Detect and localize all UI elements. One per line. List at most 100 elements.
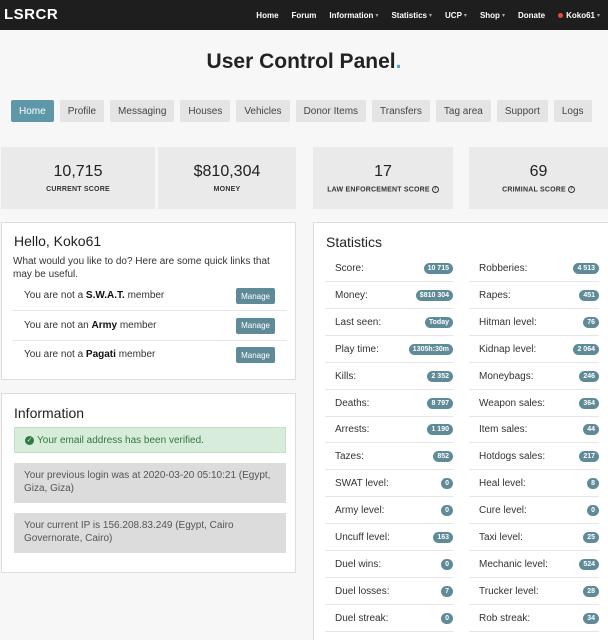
stat-row-army-level: Army level: 0: [325, 498, 453, 525]
stat-value-badge: 451: [579, 289, 599, 301]
membership-group: Army: [91, 319, 118, 331]
ucp-tabs: Home Profile Messaging Houses Vehicles Donor …: [11, 100, 598, 122]
stat-label: Rob streak:: [479, 612, 531, 624]
stat-value-badge: 524: [579, 558, 599, 570]
stat-row-hitman-level: Hitman level: 76: [469, 310, 599, 336]
manage-s-w-a-t-button[interactable]: Manage: [236, 288, 275, 304]
stat-row-duel-losses: Duel losses: 7: [325, 579, 453, 605]
stat-card-label-text: MONEY: [213, 186, 241, 193]
stat-row-rapes: Rapes: 451: [469, 283, 599, 309]
statistics-title: Statistics: [326, 234, 383, 250]
help-circle-icon[interactable]: ?: [567, 186, 575, 193]
membership-text: You are not a Pagati member: [24, 349, 155, 360]
chevron-down-icon: ▾: [429, 12, 433, 19]
stat-label: Mechanic level:: [479, 558, 548, 570]
statistics-panel: Statistics Score: 10 715 Money: $810 304 Las…: [313, 222, 608, 640]
tab-logs[interactable]: Logs: [553, 100, 592, 122]
stat-value-badge: 0: [441, 612, 453, 624]
stat-label: Uncuff level:: [335, 532, 390, 543]
tab-messaging[interactable]: Messaging: [110, 100, 175, 122]
stat-value-badge: 852: [433, 451, 453, 463]
stat-value-badge: 44: [583, 424, 599, 436]
tab-home[interactable]: Home: [11, 100, 54, 122]
stat-row-taxi-level: Taxi level: 25: [469, 525, 599, 551]
nav-forum[interactable]: Forum: [292, 11, 317, 20]
stat-card-label: MONEY: [158, 186, 296, 193]
stat-card-label: CRIMINAL SCORE?: [469, 186, 608, 193]
stat-value-badge: 8 797: [427, 397, 453, 409]
current-ip-alert: Your current IP is 156.208.83.249 (Egypt…: [14, 513, 286, 553]
stat-card-label: CURRENT SCORE: [1, 186, 155, 193]
nav-statistics[interactable]: Statistics ▾: [391, 11, 432, 20]
stat-label: Rapes:: [479, 289, 511, 301]
stat-row-score: Score: 10 715: [325, 256, 453, 282]
stat-row-cure-level: Cure level: 0: [469, 498, 599, 525]
tab-houses[interactable]: Houses: [180, 100, 231, 122]
stat-row-play-time: Play time: 1305h:30m: [325, 337, 453, 363]
information-title: Information: [14, 405, 85, 421]
stat-value-badge: 34: [583, 612, 599, 624]
stat-row-money: Money: $810 304: [325, 283, 453, 309]
manage-army-button[interactable]: Manage: [236, 317, 275, 334]
nav-user-menu[interactable]: Koko61 ▾: [558, 11, 600, 20]
nav-shop[interactable]: Shop ▾: [480, 11, 505, 20]
nav-information[interactable]: Information ▾: [329, 11, 378, 20]
stat-card-label-text: CRIMINAL SCORE: [502, 186, 566, 194]
membership-prefix: You are not a: [24, 290, 86, 301]
nav-label: Home: [256, 10, 279, 20]
stat-label: Taxi level:: [479, 532, 523, 543]
chevron-down-icon: ▾: [463, 12, 467, 19]
nav-label: Donate: [517, 10, 546, 20]
tab-profile[interactable]: Profile: [59, 100, 105, 122]
stat-label: Kills:: [335, 370, 357, 382]
navbar: LSRCR Home Forum Information ▾ Statistics ▾ UC…: [0, 0, 608, 30]
stat-card-value: 69: [529, 163, 548, 180]
membership-group: S.W.A.T.: [85, 290, 125, 301]
tab-transfers[interactable]: Transfers: [372, 100, 430, 122]
tab-support[interactable]: Support: [496, 100, 548, 122]
chevron-down-icon: ▾: [375, 12, 379, 19]
hello-subtitle: What would you like to do? Here are some…: [13, 256, 270, 280]
stat-row-trucker-level: Trucker level: 28: [469, 579, 599, 605]
nav-label: UCP: [445, 10, 462, 20]
membership-row: You are not a S.W.A.T. member Manage: [12, 282, 287, 311]
stat-label: Duel streak:: [335, 612, 389, 624]
stat-value-badge: 10 715: [423, 263, 453, 274]
membership-suffix: member: [117, 319, 157, 331]
help-circle-icon[interactable]: ?: [431, 186, 439, 193]
tab-donor-items[interactable]: Donor Items: [295, 100, 367, 122]
stat-label: Last seen:: [335, 316, 382, 328]
manage-pagati-button[interactable]: Manage: [236, 347, 275, 363]
stat-row-robberies: Robberies: 4 513: [469, 256, 599, 282]
nav-label: Shop: [479, 10, 500, 20]
stat-label: Moneybags:: [479, 370, 534, 382]
stat-label: Trucker level:: [479, 585, 539, 597]
hello-panel: Hello, Koko61 What would you like to do?…: [1, 222, 296, 380]
nav-menu: Home Forum Information ▾ Statistics ▾ UCP ▾ Shop…: [243, 0, 600, 30]
stat-value-badge: 163: [433, 532, 453, 543]
membership-prefix: You are not an: [24, 319, 92, 331]
stat-row-last-seen: Last seen: Today: [325, 310, 453, 336]
stat-value-badge: 8: [587, 478, 599, 490]
stat-label: SWAT level:: [335, 478, 389, 490]
stat-row-kidnap-level: Kidnap level: 2 064: [469, 337, 599, 363]
last-login-alert: Your previous login was at 2020-03-20 05…: [14, 463, 286, 503]
stat-row-deaths: Deaths: 8 797: [325, 391, 453, 417]
membership-row: You are not an Army member Manage: [12, 312, 287, 341]
brand-logo[interactable]: LSRCR: [4, 6, 58, 23]
stat-value-badge: 2 352: [427, 370, 453, 382]
stat-value-badge: $810 304: [415, 289, 453, 301]
membership-suffix: member: [124, 290, 165, 301]
tab-tag-area[interactable]: Tag area: [435, 100, 491, 122]
nav-donate[interactable]: Donate: [518, 11, 545, 20]
nav-home[interactable]: Home: [256, 11, 278, 20]
stat-value-badge: 4 513: [573, 263, 599, 274]
membership-group: Pagati: [85, 349, 116, 360]
stat-row-moneybags: Moneybags: 246: [469, 364, 599, 390]
nav-ucp[interactable]: UCP ▾: [445, 11, 467, 20]
stat-value-badge: 28: [583, 585, 599, 597]
stat-label: Item sales:: [479, 424, 528, 436]
tab-vehicles[interactable]: Vehicles: [236, 100, 290, 122]
hello-title: Hello, Koko61: [14, 233, 102, 249]
stat-row-duel-streak: Duel streak: 0: [325, 606, 453, 632]
